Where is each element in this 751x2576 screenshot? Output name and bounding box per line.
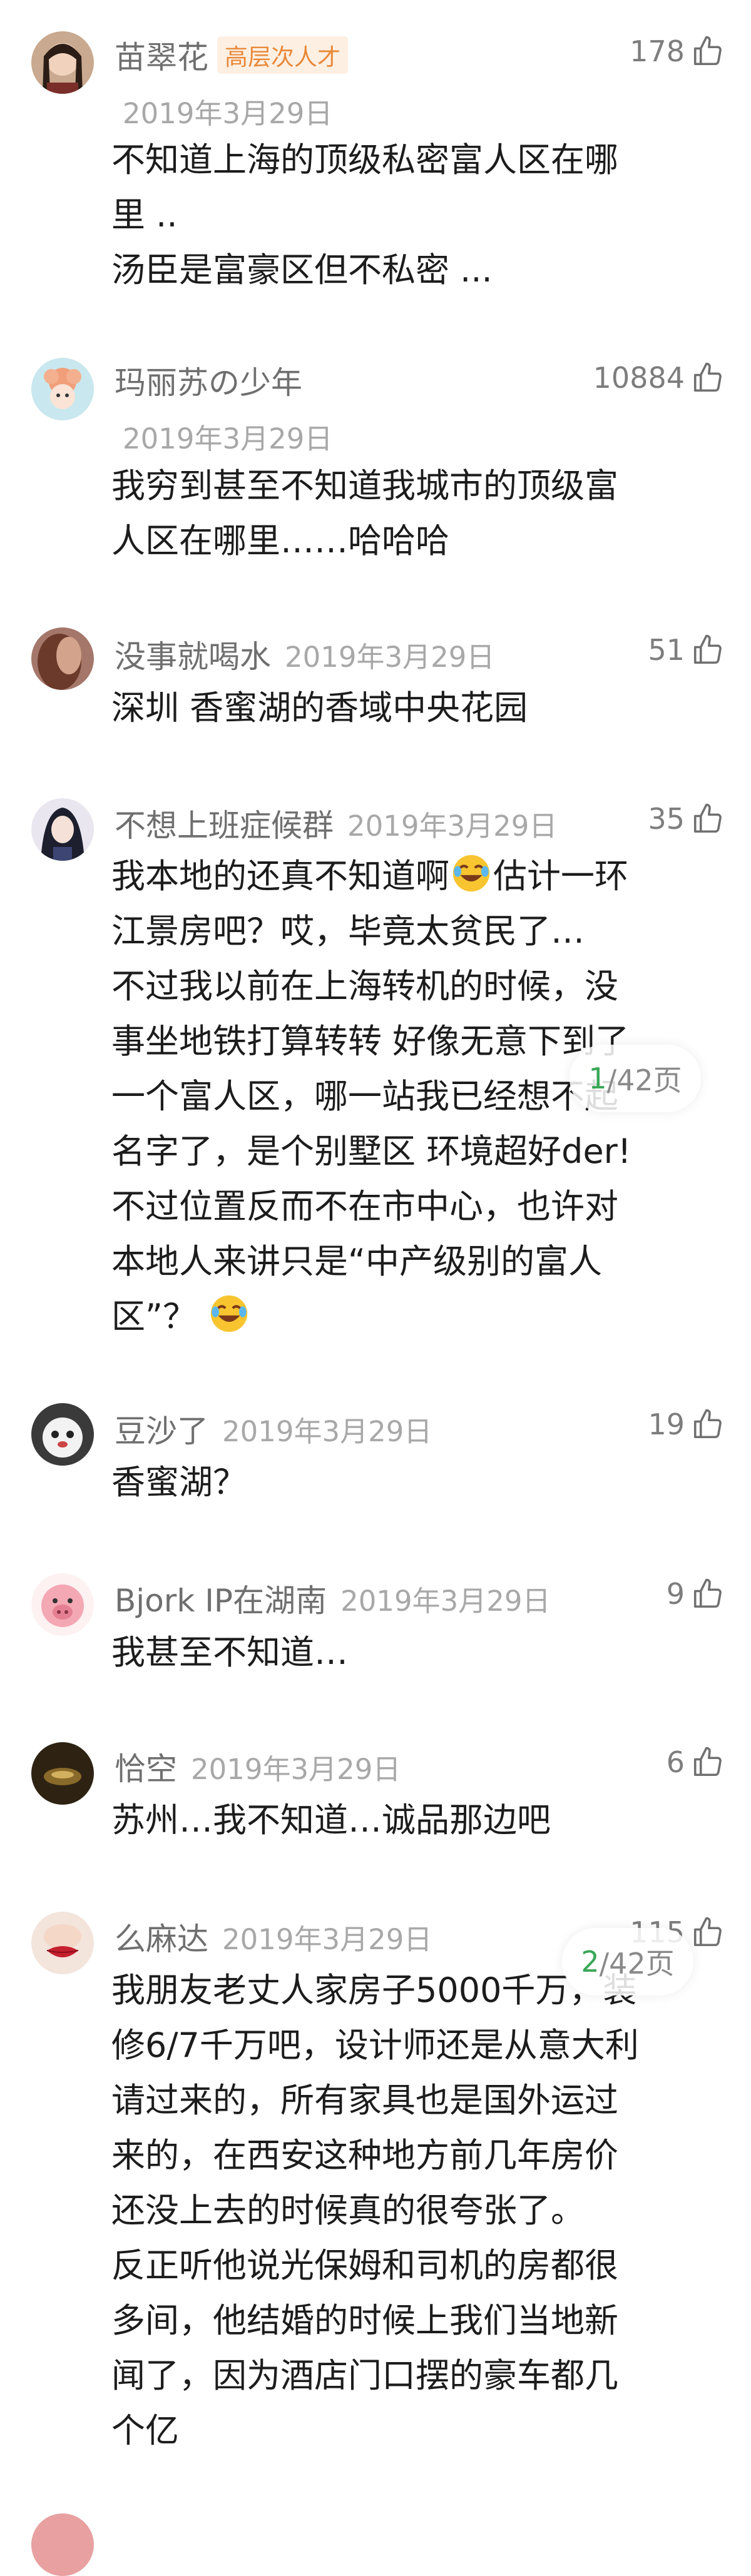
avatar[interactable] [31, 2513, 94, 2576]
comment-text: 深圳 香蜜湖的香域中央花园 [111, 688, 528, 728]
like-count: 6 [666, 1745, 685, 1779]
username[interactable]: 么麻达 [115, 1914, 208, 1959]
comment-date: 2019年3月29日 [340, 1584, 551, 1618]
like-count: 9 [666, 1577, 685, 1611]
comment-text: 香蜜湖？ [111, 1463, 247, 1502]
comment-date: 2019年3月29日 [123, 97, 333, 130]
laughing-crying-emoji-icon [449, 854, 493, 896]
like-count: 19 [648, 1407, 685, 1441]
page-indicator: 1/42页 [570, 1045, 701, 1112]
like-button[interactable]: 19 [648, 1407, 725, 1441]
like-button[interactable]: 6 [667, 1745, 725, 1779]
page-indicator: 2/42页 [562, 1928, 693, 1995]
avatar[interactable] [31, 1742, 94, 1805]
comment-text: 不知道上海的顶级私密富人区在哪 里 .. 汤臣是富豪区但不私密 ... [111, 140, 618, 290]
username[interactable]: 没事就喝水 [115, 632, 271, 677]
username[interactable]: 玛丽苏の少年 [115, 358, 302, 403]
like-button[interactable]: 10884 [593, 361, 725, 395]
thumbs-up-icon [691, 1915, 725, 1949]
thumbs-up-icon [691, 1407, 725, 1441]
username[interactable]: 不想上班症候群 [115, 801, 334, 846]
thumbs-up-icon [691, 1745, 725, 1779]
thumbs-up-icon [691, 361, 725, 395]
like-button[interactable]: 51 [648, 633, 725, 667]
username[interactable]: 恰空 [115, 1744, 177, 1789]
thumbs-up-icon [691, 802, 725, 836]
username[interactable]: 豆沙了 [115, 1406, 208, 1451]
like-count: 10884 [593, 361, 685, 395]
thumbs-up-icon [691, 34, 725, 68]
avatar[interactable] [31, 1403, 94, 1466]
laughing-crying-emoji-icon [207, 1295, 251, 1336]
like-button[interactable]: 9 [667, 1577, 725, 1611]
comment-text: 我甚至不知道… [111, 1633, 348, 1672]
avatar[interactable] [31, 31, 94, 94]
username[interactable]: 苗翠花 [115, 33, 208, 78]
avatar[interactable] [31, 798, 94, 861]
like-count: 178 [630, 34, 685, 68]
username[interactable]: Bjork IP在湖南 [115, 1576, 327, 1621]
comment-text: 我朋友老丈人家房子5000千万，装 修6/7千万吧，设计师还是从意大利 请过来的… [111, 1970, 639, 2450]
like-button[interactable]: 35 [648, 802, 725, 836]
user-badge: 高层次人才 [217, 36, 348, 74]
like-count: 51 [648, 633, 685, 667]
comment-date: 2019年3月29日 [123, 422, 333, 455]
avatar[interactable] [31, 1912, 94, 1974]
thumbs-up-icon [691, 1577, 725, 1611]
comment-date: 2019年3月29日 [222, 1922, 432, 1956]
avatar[interactable] [31, 627, 94, 690]
comment-date: 2019年3月29日 [285, 640, 495, 674]
avatar[interactable] [31, 358, 94, 420]
thumbs-up-icon [691, 633, 725, 667]
avatar[interactable] [31, 1573, 94, 1636]
comment-text: 我穷到甚至不知道我城市的顶级富 人区在哪里……哈哈哈 [111, 466, 618, 560]
comment-date: 2019年3月29日 [347, 809, 558, 843]
like-count: 35 [648, 802, 685, 836]
comment-text: 苏州…我不知道…诚品那边吧 [111, 1800, 551, 1840]
comment-date: 2019年3月29日 [191, 1752, 401, 1786]
like-button[interactable]: 178 [630, 34, 725, 68]
comment-date: 2019年3月29日 [222, 1414, 432, 1448]
